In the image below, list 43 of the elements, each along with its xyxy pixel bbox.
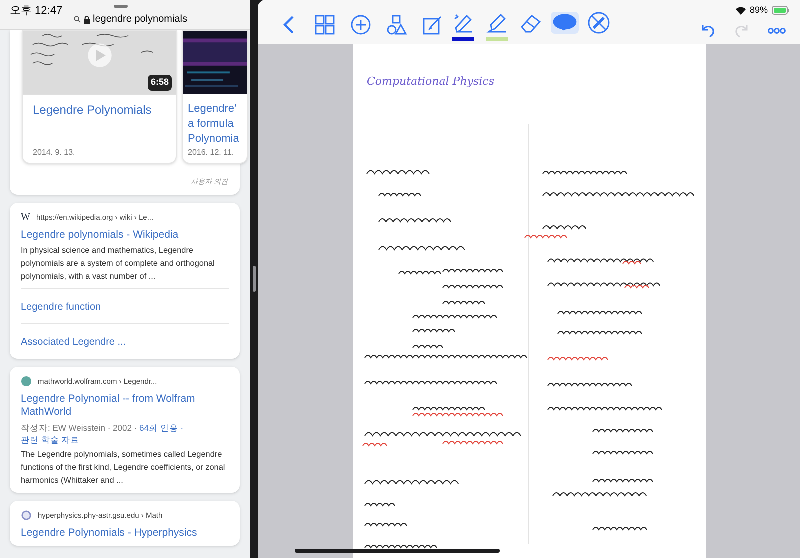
video-date: 2016. 12. 11. — [188, 147, 236, 159]
result-author: 작성자: EW Weisstein · 2002 · — [21, 422, 138, 432]
status-time: 오후 12:47 — [10, 4, 63, 19]
pen-icon[interactable] — [452, 12, 474, 34]
video-title[interactable]: Legendre Polynomials — [33, 102, 152, 118]
eraser-icon[interactable] — [520, 13, 542, 33]
video-card[interactable]: Legendre' a formula Polynomia 2016. 12. 11. — [182, 30, 248, 164]
more-icon[interactable] — [768, 28, 786, 34]
result-title[interactable]: Legendre Polynomial -- from Wolfram MathWorld — [21, 392, 229, 418]
edit-icon[interactable] — [423, 15, 443, 35]
duration-badge: 6:58 — [148, 75, 172, 91]
add-icon[interactable] — [351, 15, 371, 35]
sub-link[interactable]: Associated Legendre ... — [21, 336, 126, 348]
citation-link[interactable]: 관련 학술 자료 — [21, 434, 80, 444]
color-swatch[interactable] — [486, 37, 508, 41]
battery-percent: 89% — [750, 4, 768, 17]
wifi-icon — [736, 6, 746, 15]
citation-link[interactable]: 64회 인용 — [139, 422, 178, 432]
separator: · — [180, 422, 184, 432]
globe-icon — [21, 376, 32, 387]
result-title[interactable]: Legendre polynomials - Wikipedia — [21, 228, 229, 242]
address-bar[interactable]: legendre polynomials — [74, 12, 188, 27]
globe-icon — [21, 510, 32, 521]
shapes-icon[interactable] — [387, 15, 407, 35]
lock-icon — [84, 16, 90, 24]
split-handle[interactable] — [252, 266, 256, 292]
search-icon — [74, 16, 81, 23]
undo-icon[interactable] — [700, 23, 716, 39]
result-title[interactable]: Legendre Polynomials - Hyperphysics — [21, 526, 229, 540]
sub-link[interactable]: Legendre function — [21, 302, 102, 312]
wikipedia-icon: W — [21, 212, 30, 222]
battery-icon — [772, 6, 790, 16]
grid-icon[interactable] — [315, 15, 335, 35]
video-date: 2014. 9. 13. — [33, 147, 76, 159]
color-swatch[interactable] — [452, 37, 474, 41]
video-card[interactable]: 6:58 Legendre Polynomials 2014. 9. 13. — [22, 30, 177, 164]
back-icon[interactable] — [283, 15, 295, 35]
result-snippet: In physical science and mathematics, Legendre polynomials are a system of complete and orthogonal polynomials, with a vast number of ... — [21, 244, 216, 282]
lasso-icon[interactable] — [553, 13, 577, 33]
page-title: Computational Physics — [367, 74, 494, 90]
video-title[interactable]: Legendre' a formula Polynomia — [188, 102, 240, 147]
result-snippet: The Legendre polynomials, sometimes called Legendre functions of the first kind, Legendre coefficients, or zonal harmonics (Whittaker and ... — [21, 448, 226, 486]
highlighter-icon[interactable] — [486, 12, 508, 34]
